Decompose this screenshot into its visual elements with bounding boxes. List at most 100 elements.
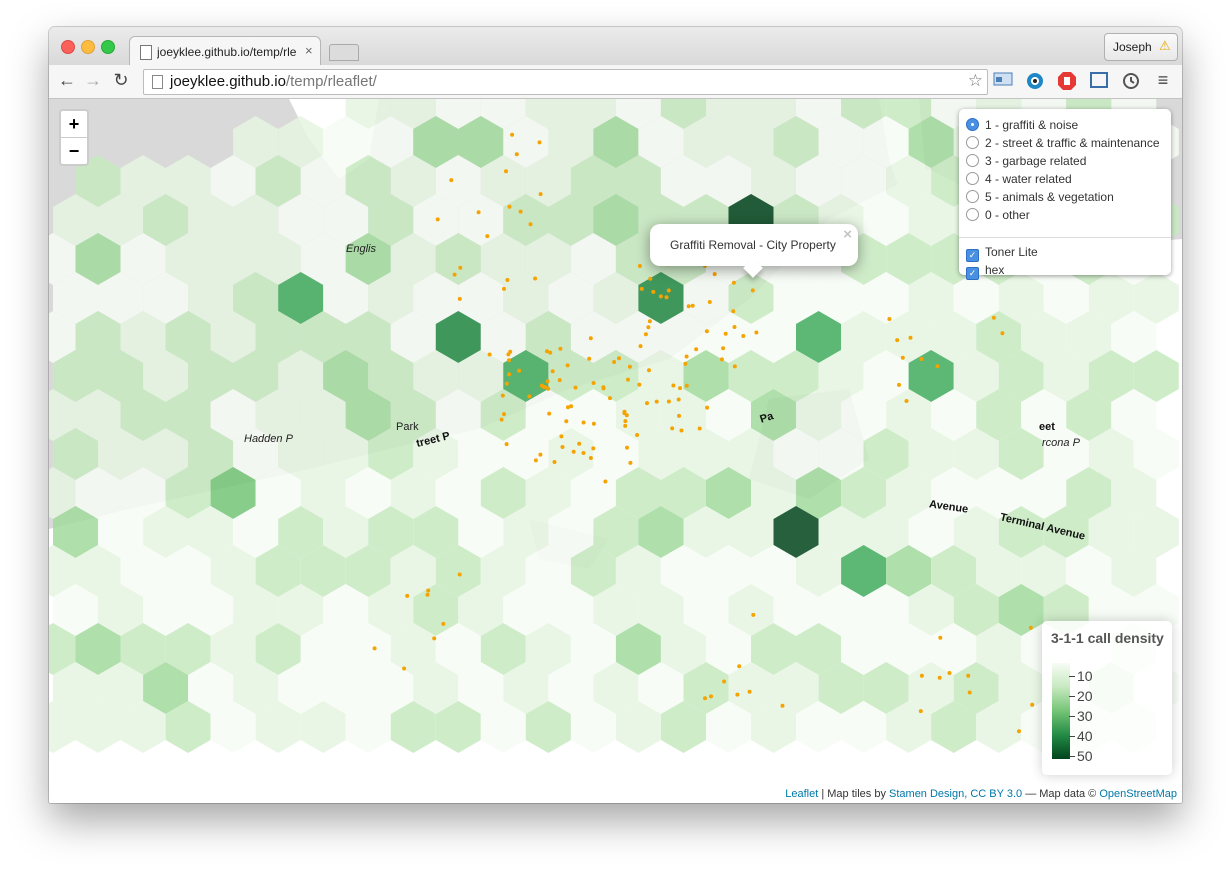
call-point[interactable] — [601, 385, 606, 390]
call-point[interactable] — [670, 426, 675, 431]
call-point[interactable] — [500, 393, 505, 398]
call-point[interactable] — [502, 286, 506, 291]
call-point[interactable] — [637, 264, 642, 268]
menu-icon[interactable]: ≡ — [1153, 70, 1173, 91]
base-layer-option-0[interactable]: 0 - other — [966, 208, 1030, 224]
minimize-window-button[interactable] — [81, 40, 95, 54]
call-point[interactable] — [751, 612, 756, 617]
call-point[interactable] — [647, 319, 652, 324]
call-point[interactable] — [676, 397, 681, 402]
call-point[interactable] — [780, 703, 785, 708]
call-point[interactable] — [704, 329, 709, 334]
radio-icon[interactable] — [966, 172, 979, 185]
call-point[interactable] — [666, 288, 671, 293]
call-point[interactable] — [545, 379, 550, 384]
base-layer-option-4[interactable]: 4 - water related — [966, 172, 1072, 188]
call-point[interactable] — [723, 331, 728, 336]
call-point[interactable] — [904, 399, 909, 403]
base-layer-option-5[interactable]: 5 - animals & vegetation — [966, 190, 1114, 206]
extension-sync-icon[interactable] — [1121, 71, 1141, 91]
call-point[interactable] — [1000, 331, 1005, 336]
call-point[interactable] — [435, 217, 440, 222]
call-point[interactable] — [900, 355, 905, 360]
call-point[interactable] — [507, 204, 512, 209]
call-point[interactable] — [517, 368, 522, 373]
reload-icon[interactable]: ↻ — [111, 70, 131, 91]
call-point[interactable] — [625, 445, 629, 450]
call-point[interactable] — [558, 346, 563, 351]
call-point[interactable] — [504, 169, 508, 174]
base-layer-option-2[interactable]: 2 - street & traffic & maintenance — [966, 136, 1160, 152]
call-point[interactable] — [671, 383, 676, 388]
zoom-out-button[interactable]: − — [61, 137, 87, 164]
new-tab-button[interactable] — [329, 44, 359, 61]
call-point[interactable] — [565, 363, 570, 368]
call-point[interactable] — [747, 689, 752, 694]
call-point[interactable] — [452, 272, 457, 277]
call-point[interactable] — [458, 265, 463, 270]
call-point[interactable] — [709, 694, 713, 699]
call-point[interactable] — [457, 572, 462, 577]
call-point[interactable] — [588, 456, 593, 460]
radio-icon[interactable] — [966, 154, 979, 167]
call-point[interactable] — [737, 664, 742, 669]
call-point[interactable] — [571, 449, 576, 454]
call-point[interactable] — [591, 446, 596, 451]
call-point[interactable] — [405, 593, 410, 598]
call-point[interactable] — [476, 210, 481, 215]
call-point[interactable] — [679, 428, 684, 433]
call-point[interactable] — [741, 334, 746, 338]
call-point[interactable] — [732, 364, 737, 369]
call-point[interactable] — [533, 458, 538, 463]
browser-tab[interactable]: joeyklee.github.io/temp/rle × — [129, 36, 321, 67]
leaflet-link[interactable]: Leaflet — [785, 788, 818, 800]
call-point[interactable] — [538, 192, 543, 197]
call-point[interactable] — [684, 354, 689, 359]
call-point[interactable] — [507, 358, 511, 363]
call-point[interactable] — [637, 382, 642, 387]
call-point[interactable] — [666, 399, 671, 404]
call-point[interactable] — [603, 479, 608, 484]
call-point[interactable] — [504, 442, 509, 447]
call-point[interactable] — [627, 364, 632, 369]
call-point[interactable] — [697, 426, 702, 431]
call-point[interactable] — [617, 356, 621, 361]
call-point[interactable] — [505, 278, 510, 282]
call-point[interactable] — [897, 382, 901, 387]
call-point[interactable] — [581, 451, 586, 455]
overlay-toner-lite[interactable]: ✓ Toner Lite — [966, 245, 1038, 262]
call-point[interactable] — [557, 378, 562, 383]
call-point[interactable] — [919, 357, 924, 361]
call-point[interactable] — [485, 234, 490, 239]
call-point[interactable] — [510, 132, 515, 137]
call-point[interactable] — [677, 413, 681, 418]
radio-icon[interactable] — [966, 208, 979, 221]
call-point[interactable] — [735, 692, 740, 697]
call-point[interactable] — [581, 420, 586, 425]
call-point[interactable] — [372, 646, 377, 651]
call-point[interactable] — [402, 666, 407, 671]
call-point[interactable] — [937, 675, 942, 680]
call-point[interactable] — [719, 357, 724, 362]
call-point[interactable] — [1028, 625, 1033, 630]
call-point[interactable] — [552, 460, 557, 464]
radio-icon[interactable] — [966, 136, 979, 149]
call-point[interactable] — [646, 325, 651, 330]
call-point[interactable] — [514, 152, 519, 157]
extension-eye-icon[interactable] — [1025, 71, 1045, 91]
call-point[interactable] — [686, 304, 691, 309]
call-point[interactable] — [626, 377, 630, 382]
call-point[interactable] — [622, 411, 627, 416]
profile-button[interactable]: Joseph ⚠ — [1104, 33, 1178, 61]
call-point[interactable] — [612, 360, 617, 364]
call-point[interactable] — [577, 441, 582, 446]
checkbox-icon[interactable]: ✓ — [966, 249, 979, 262]
call-point[interactable] — [564, 419, 569, 424]
call-point[interactable] — [560, 445, 565, 449]
call-point[interactable] — [441, 621, 446, 626]
call-point[interactable] — [991, 315, 996, 320]
extension-fullscreen-icon[interactable] — [1089, 71, 1109, 91]
call-point[interactable] — [967, 690, 972, 695]
call-point[interactable] — [506, 352, 511, 357]
map-view[interactable]: Englis Hadden P Park treet P Pa eet rcon… — [49, 99, 1182, 803]
